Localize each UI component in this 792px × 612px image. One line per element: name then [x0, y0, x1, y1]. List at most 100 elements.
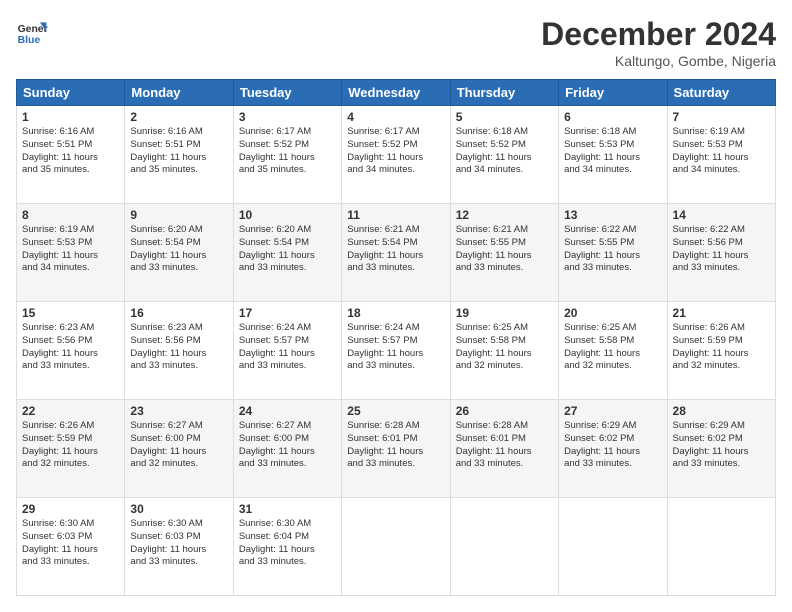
table-row: 19 Sunrise: 6:25 AMSunset: 5:58 PMDayligh… [450, 302, 558, 400]
table-row: 10 Sunrise: 6:20 AMSunset: 5:54 PMDayligh… [233, 204, 341, 302]
table-row [450, 498, 558, 596]
table-row [342, 498, 450, 596]
table-row: 12 Sunrise: 6:21 AMSunset: 5:55 PMDayligh… [450, 204, 558, 302]
day-info: Sunrise: 6:30 AMSunset: 6:03 PMDaylight:… [130, 518, 206, 567]
day-info: Sunrise: 6:30 AMSunset: 6:04 PMDaylight:… [239, 518, 315, 567]
table-row: 5 Sunrise: 6:18 AMSunset: 5:52 PMDaylight… [450, 106, 558, 204]
day-number: 28 [673, 404, 770, 418]
day-number: 30 [130, 502, 227, 516]
day-info: Sunrise: 6:22 AMSunset: 5:56 PMDaylight:… [673, 224, 749, 273]
table-row: 26 Sunrise: 6:28 AMSunset: 6:01 PMDayligh… [450, 400, 558, 498]
day-number: 7 [673, 110, 770, 124]
day-number: 13 [564, 208, 661, 222]
day-number: 21 [673, 306, 770, 320]
table-row: 6 Sunrise: 6:18 AMSunset: 5:53 PMDaylight… [559, 106, 667, 204]
table-row: 3 Sunrise: 6:17 AMSunset: 5:52 PMDaylight… [233, 106, 341, 204]
day-info: Sunrise: 6:24 AMSunset: 5:57 PMDaylight:… [347, 322, 423, 371]
col-saturday: Saturday [667, 80, 775, 106]
month-title: December 2024 [541, 16, 776, 53]
day-number: 12 [456, 208, 553, 222]
day-info: Sunrise: 6:17 AMSunset: 5:52 PMDaylight:… [347, 126, 423, 175]
day-number: 10 [239, 208, 336, 222]
day-info: Sunrise: 6:18 AMSunset: 5:53 PMDaylight:… [564, 126, 640, 175]
table-row: 2Sunrise: 6:16 AMSunset: 5:51 PMDaylight… [125, 106, 233, 204]
day-number: 31 [239, 502, 336, 516]
day-number: 4 [347, 110, 444, 124]
day-info: Sunrise: 6:27 AMSunset: 6:00 PMDaylight:… [239, 420, 315, 469]
day-info: Sunrise: 6:18 AMSunset: 5:52 PMDaylight:… [456, 126, 532, 175]
day-number: 14 [673, 208, 770, 222]
day-info: Sunrise: 6:25 AMSunset: 5:58 PMDaylight:… [456, 322, 532, 371]
table-row: 17 Sunrise: 6:24 AMSunset: 5:57 PMDayligh… [233, 302, 341, 400]
day-info: Sunrise: 6:28 AMSunset: 6:01 PMDaylight:… [456, 420, 532, 469]
day-info: Sunrise: 6:26 AMSunset: 5:59 PMDaylight:… [673, 322, 749, 371]
header: General Blue December 2024 Kaltungo, Gom… [16, 16, 776, 69]
day-info: Sunrise: 6:29 AMSunset: 6:02 PMDaylight:… [673, 420, 749, 469]
day-info: Sunrise: 6:23 AMSunset: 5:56 PMDaylight:… [22, 322, 98, 371]
day-info: Sunrise: 6:19 AMSunset: 5:53 PMDaylight:… [673, 126, 749, 175]
table-row: 8Sunrise: 6:19 AMSunset: 5:53 PMDaylight… [17, 204, 125, 302]
day-number: 15 [22, 306, 119, 320]
day-info: Sunrise: 6:28 AMSunset: 6:01 PMDaylight:… [347, 420, 423, 469]
table-row: 21 Sunrise: 6:26 AMSunset: 5:59 PMDayligh… [667, 302, 775, 400]
day-number: 22 [22, 404, 119, 418]
day-number: 3 [239, 110, 336, 124]
table-row: 27 Sunrise: 6:29 AMSunset: 6:02 PMDayligh… [559, 400, 667, 498]
day-info: Sunrise: 6:16 AMSunset: 5:51 PMDaylight:… [130, 126, 206, 175]
table-row: 4 Sunrise: 6:17 AMSunset: 5:52 PMDaylight… [342, 106, 450, 204]
day-number: 19 [456, 306, 553, 320]
day-number: 18 [347, 306, 444, 320]
day-number: 23 [130, 404, 227, 418]
svg-text:Blue: Blue [18, 35, 41, 46]
table-row: 24 Sunrise: 6:27 AMSunset: 6:00 PMDayligh… [233, 400, 341, 498]
table-row: 31 Sunrise: 6:30 AMSunset: 6:04 PMDayligh… [233, 498, 341, 596]
table-row: 11Sunrise: 6:21 AMSunset: 5:54 PMDayligh… [342, 204, 450, 302]
table-row [559, 498, 667, 596]
day-info: Sunrise: 6:30 AMSunset: 6:03 PMDaylight:… [22, 518, 98, 567]
day-number: 6 [564, 110, 661, 124]
table-row: 15 Sunrise: 6:23 AMSunset: 5:56 PMDayligh… [17, 302, 125, 400]
table-row: 20Sunrise: 6:25 AMSunset: 5:58 PMDayligh… [559, 302, 667, 400]
table-row: 13 Sunrise: 6:22 AMSunset: 5:55 PMDayligh… [559, 204, 667, 302]
col-thursday: Thursday [450, 80, 558, 106]
table-row: 14 Sunrise: 6:22 AMSunset: 5:56 PMDayligh… [667, 204, 775, 302]
col-friday: Friday [559, 80, 667, 106]
day-number: 5 [456, 110, 553, 124]
table-row: 23 Sunrise: 6:27 AMSunset: 6:00 PMDayligh… [125, 400, 233, 498]
table-row: 16Sunrise: 6:23 AMSunset: 5:56 PMDayligh… [125, 302, 233, 400]
col-tuesday: Tuesday [233, 80, 341, 106]
day-number: 1 [22, 110, 119, 124]
day-info: Sunrise: 6:27 AMSunset: 6:00 PMDaylight:… [130, 420, 206, 469]
logo: General Blue [16, 16, 48, 48]
title-area: December 2024 Kaltungo, Gombe, Nigeria [541, 16, 776, 69]
day-info: Sunrise: 6:22 AMSunset: 5:55 PMDaylight:… [564, 224, 640, 273]
day-info: Sunrise: 6:17 AMSunset: 5:52 PMDaylight:… [239, 126, 315, 175]
col-wednesday: Wednesday [342, 80, 450, 106]
day-number: 17 [239, 306, 336, 320]
day-number: 20 [564, 306, 661, 320]
location: Kaltungo, Gombe, Nigeria [541, 53, 776, 69]
logo-icon: General Blue [16, 16, 48, 48]
table-row: 28 Sunrise: 6:29 AMSunset: 6:02 PMDayligh… [667, 400, 775, 498]
table-row: 1 Sunrise: 6:16 AMSunset: 5:51 PMDaylight… [17, 106, 125, 204]
day-info: Sunrise: 6:26 AMSunset: 5:59 PMDaylight:… [22, 420, 98, 469]
day-info: Sunrise: 6:24 AMSunset: 5:57 PMDaylight:… [239, 322, 315, 371]
day-info: Sunrise: 6:20 AMSunset: 5:54 PMDaylight:… [239, 224, 315, 273]
col-sunday: Sunday [17, 80, 125, 106]
day-number: 24 [239, 404, 336, 418]
day-info: Sunrise: 6:19 AMSunset: 5:53 PMDaylight:… [22, 224, 98, 273]
table-row [667, 498, 775, 596]
day-number: 27 [564, 404, 661, 418]
day-number: 11 [347, 208, 444, 222]
day-number: 26 [456, 404, 553, 418]
day-number: 29 [22, 502, 119, 516]
table-row: 22 Sunrise: 6:26 AMSunset: 5:59 PMDayligh… [17, 400, 125, 498]
table-row: 9Sunrise: 6:20 AMSunset: 5:54 PMDaylight… [125, 204, 233, 302]
day-info: Sunrise: 6:29 AMSunset: 6:02 PMDaylight:… [564, 420, 640, 469]
table-row: 25Sunrise: 6:28 AMSunset: 6:01 PMDayligh… [342, 400, 450, 498]
day-info: Sunrise: 6:23 AMSunset: 5:56 PMDaylight:… [130, 322, 206, 371]
table-row: 18 Sunrise: 6:24 AMSunset: 5:57 PMDayligh… [342, 302, 450, 400]
table-row: 30 Sunrise: 6:30 AMSunset: 6:03 PMDayligh… [125, 498, 233, 596]
day-info: Sunrise: 6:16 AMSunset: 5:51 PMDaylight:… [22, 126, 98, 175]
day-info: Sunrise: 6:21 AMSunset: 5:55 PMDaylight:… [456, 224, 532, 273]
